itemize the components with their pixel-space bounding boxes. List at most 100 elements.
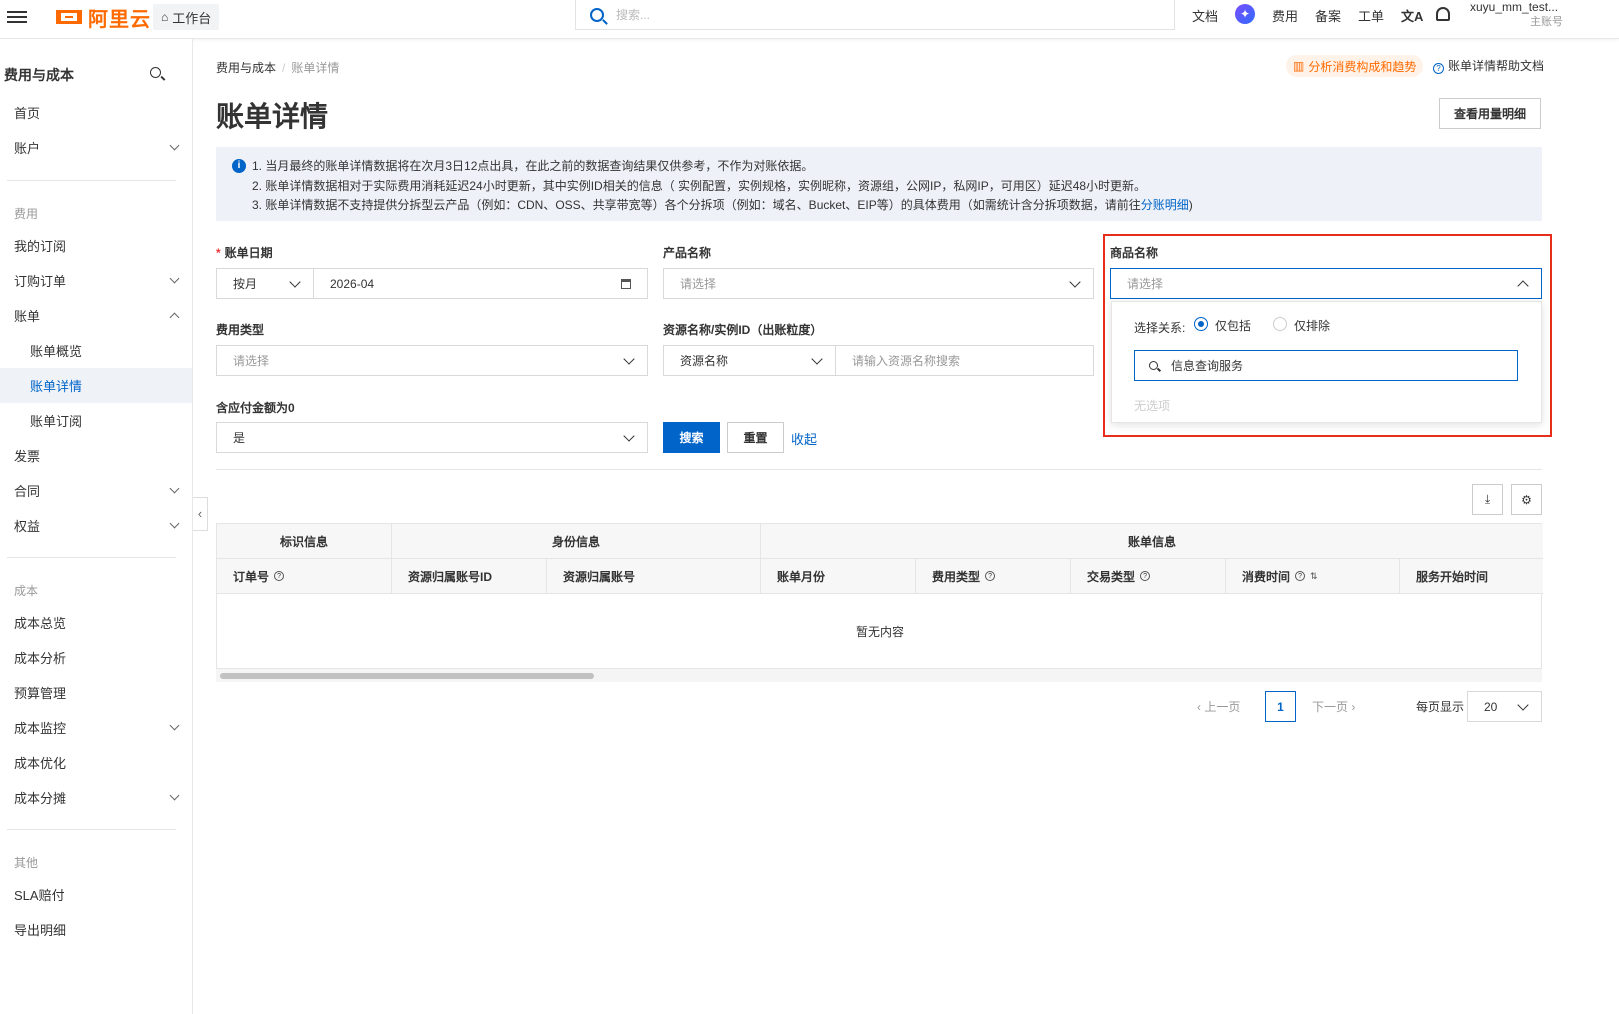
sidebar-item-label: 账单 [14, 309, 41, 324]
scrollbar-thumb[interactable] [220, 673, 594, 679]
resource-type-select[interactable]: 资源名称 [663, 345, 836, 376]
sidebar-item-my-subscription[interactable]: 我的订阅 [0, 228, 192, 263]
sort-icon[interactable]: ⇅ [1310, 571, 1318, 582]
help-icon[interactable]: ? [985, 571, 996, 581]
workbench-button[interactable]: ⌂ 工作台 [153, 4, 220, 30]
zero-amount-select[interactable]: 是 [216, 422, 648, 453]
sidebar-item-cost-analysis[interactable]: 成本分析 [0, 640, 192, 675]
sidebar-item-bill-subscription[interactable]: 账单订阅 [0, 403, 192, 438]
help-icon[interactable]: ? [274, 571, 285, 581]
period-select[interactable]: 按月 [216, 268, 314, 299]
chevron-down-icon [623, 353, 635, 365]
download-icon[interactable]: ⤓ [1472, 484, 1503, 515]
sidebar-item-label: 发票 [14, 449, 41, 464]
sidebar-item-budget[interactable]: 预算管理 [0, 675, 192, 710]
col-fee-type[interactable]: 费用类型? [916, 559, 1071, 594]
sidebar-item-cost-optimize[interactable]: 成本优化 [0, 745, 192, 780]
sidebar-item-cost-allocation[interactable]: 成本分摊 [0, 780, 192, 815]
help-icon[interactable]: ? [1295, 571, 1306, 581]
zero-amount-label: 含应付金额为0 [216, 401, 295, 415]
horizontal-scrollbar[interactable] [216, 668, 1542, 682]
section-fee: 费用 [14, 207, 39, 221]
settings-gear-icon[interactable]: ⚙ [1511, 484, 1542, 515]
language-icon[interactable]: 文A [1401, 6, 1423, 25]
help-icon[interactable]: ? [1140, 571, 1151, 581]
ai-assistant-icon[interactable]: ✦ [1235, 4, 1255, 24]
exclude-label[interactable]: 仅排除 [1294, 317, 1330, 334]
nav-ticket[interactable]: 工单 [1358, 0, 1384, 30]
sidebar-item-label: 预算管理 [14, 686, 67, 701]
group-header-bill: 账单信息 [761, 524, 1543, 559]
include-label[interactable]: 仅包括 [1215, 317, 1251, 334]
search-button[interactable]: 搜索 [663, 422, 720, 453]
workbench-label: 工作台 [172, 10, 212, 26]
nav-filing[interactable]: 备案 [1315, 0, 1341, 30]
chevron-down-icon [169, 790, 180, 801]
sidebar-item-account[interactable]: 账户 [0, 130, 192, 165]
include-radio[interactable] [1194, 317, 1208, 331]
col-order-id[interactable]: 订单号? [217, 559, 392, 594]
exclude-radio[interactable] [1273, 317, 1287, 331]
col-service-start[interactable]: 服务开始时间 [1400, 559, 1543, 594]
sidebar-item-rights[interactable]: 权益 [0, 508, 192, 543]
product-label: 产品名称 [663, 246, 712, 260]
sidebar-item-label: 首页 [14, 106, 41, 121]
sidebar-item-bill-overview[interactable]: 账单概览 [0, 333, 192, 368]
notice-line-3: 3. 账单详情数据不支持提供分拆型云产品（例如：CDN、OSS、共享带宽等）各个… [252, 196, 1542, 216]
next-page-button[interactable]: 下一页 › [1312, 698, 1355, 715]
bill-month-picker[interactable]: 2026-04 [313, 268, 648, 299]
per-page-select[interactable]: 20 [1467, 691, 1542, 722]
sidebar-item-label: 账单详情 [30, 379, 83, 394]
fee-type-select[interactable]: 请选择 [216, 345, 648, 376]
col-consume-time[interactable]: 消费时间? ⇅ [1226, 559, 1400, 594]
col-label: 费用类型 [932, 569, 981, 584]
user-menu[interactable]: xuyu_mm_test... 主账号 [1470, 0, 1563, 30]
sidebar-item-export[interactable]: 导出明细 [0, 912, 192, 947]
product-select[interactable]: 请选择 [663, 268, 1094, 299]
help-doc-link[interactable]: ? 账单详情帮助文档 [1433, 57, 1544, 74]
collapse-filters-link[interactable]: 收起 [791, 429, 817, 448]
nav-docs[interactable]: 文档 [1192, 0, 1218, 30]
breadcrumb-current: 账单详情 [291, 61, 340, 75]
empty-state: 暂无内容 [855, 625, 904, 639]
nav-fees[interactable]: 费用 [1272, 0, 1298, 30]
sidebar-item-label: 成本优化 [14, 756, 67, 771]
sidebar-collapse-button[interactable]: ‹ [193, 497, 208, 531]
col-bill-month[interactable]: 账单月份 [761, 559, 916, 594]
bell-icon[interactable] [1436, 7, 1450, 21]
view-usage-button[interactable]: 查看用量明细 [1439, 98, 1541, 129]
home-icon: ⌂ [161, 10, 169, 24]
chevron-down-icon [169, 140, 180, 151]
notice-line-1: 1. 当月最终的账单详情数据将在次月3日12点出具，在此之前的数据查询结果仅供参… [252, 159, 814, 173]
divider [7, 557, 176, 558]
sidebar-item-bill-detail[interactable]: 账单详情 [0, 368, 192, 403]
sidebar-item-cost-overview[interactable]: 成本总览 [0, 605, 192, 640]
sidebar-item-contract[interactable]: 合同 [0, 473, 192, 508]
prev-page-button[interactable]: ‹ 上一页 [1197, 698, 1240, 715]
aliyun-logo[interactable]: 阿里云 [56, 4, 151, 31]
sidebar-item-label: 订购订单 [14, 274, 67, 289]
page-1-button[interactable]: 1 [1265, 691, 1296, 722]
global-search-input[interactable]: 搜索... [575, 0, 1175, 30]
sidebar-item-cost-monitor[interactable]: 成本监控 [0, 710, 192, 745]
divider [7, 829, 176, 830]
sidebar-title: 费用与成本 [4, 67, 74, 83]
resource-type-value: 资源名称 [680, 354, 729, 368]
sidebar-item-home[interactable]: 首页 [0, 95, 192, 130]
divider [7, 180, 176, 181]
col-trade-type[interactable]: 交易类型? [1071, 559, 1226, 594]
col-account-id[interactable]: 资源归属账号ID [392, 559, 547, 594]
col-account[interactable]: 资源归属账号 [547, 559, 761, 594]
sidebar-item-sla[interactable]: SLA赔付 [0, 877, 192, 912]
sidebar-search-icon[interactable] [150, 67, 161, 78]
menu-icon[interactable] [7, 8, 27, 26]
analyze-trend-link[interactable]: ▥ 分析消费构成和趋势 [1286, 55, 1424, 77]
sidebar-item-bill[interactable]: 账单 [0, 298, 192, 333]
reset-button[interactable]: 重置 [727, 422, 784, 453]
breadcrumb-parent[interactable]: 费用与成本 [216, 61, 276, 75]
resource-search-input[interactable]: 请输入资源名称搜索 [835, 345, 1094, 376]
split-bill-link[interactable]: 分账明细 [1141, 198, 1189, 212]
commodity-search-input[interactable]: 信息查询服务 [1134, 350, 1518, 381]
sidebar-item-orders[interactable]: 订购订单 [0, 263, 192, 298]
sidebar-item-invoice[interactable]: 发票 [0, 438, 192, 473]
